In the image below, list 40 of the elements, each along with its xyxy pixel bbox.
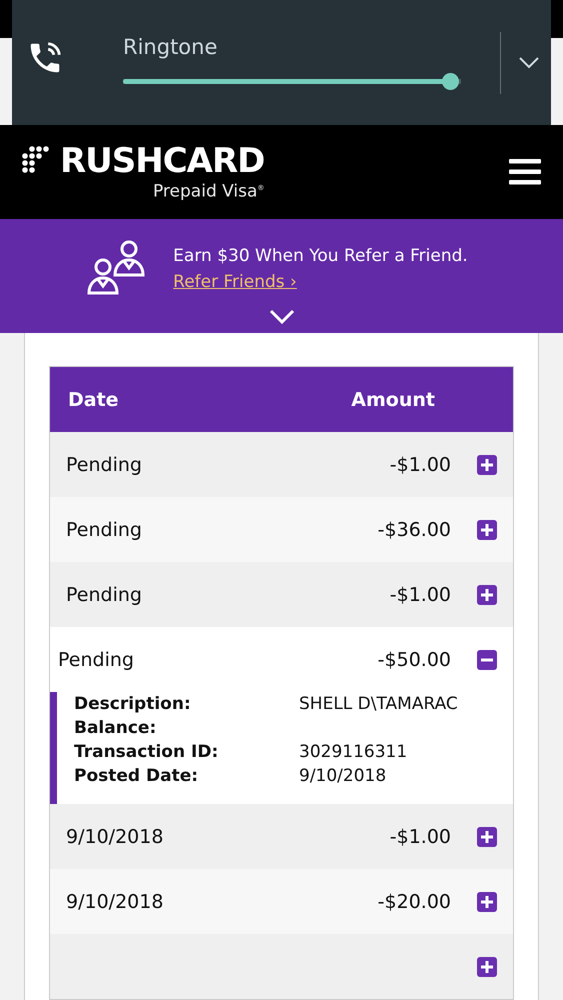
- transaction-row[interactable]: 9/10/2018 -$20.00: [50, 869, 513, 934]
- detail-value: 9/10/2018: [299, 766, 386, 786]
- date-cell-text: Pending: [66, 584, 143, 606]
- transaction-row[interactable]: Pending -$1.00: [50, 432, 513, 497]
- amount-cell: -$1.00: [390, 584, 451, 606]
- collapse-icon[interactable]: [477, 650, 497, 670]
- transaction-row[interactable]: Pending -$1.00: [50, 562, 513, 627]
- transaction-row[interactable]: 9/10/2018 -$1.00: [50, 804, 513, 869]
- brand-tagline: Prepaid Visa$^{®}$: [152, 180, 264, 201]
- detail-value: 3029116311: [299, 742, 408, 762]
- ringtone-label: Ringtone: [123, 35, 218, 59]
- date-cell-text: Pending: [58, 648, 135, 670]
- expand-icon[interactable]: [477, 826, 497, 846]
- amount-cell: -$1.00: [390, 826, 451, 848]
- date-cell-text: 9/10/2018: [66, 826, 164, 848]
- chevron-down-icon[interactable]: [519, 56, 539, 68]
- amount-cell: -$1.00: [390, 454, 451, 476]
- brand-name: RUSHCARD: [60, 143, 264, 180]
- detail-label: Description:: [74, 694, 192, 714]
- detail-value: SHELL D\TAMARAC: [299, 694, 458, 714]
- detail-label: Posted Date:: [74, 766, 200, 786]
- amount-cell: -$20.00: [378, 890, 451, 912]
- date-cell-text: 9/10/2018: [66, 890, 164, 912]
- amount-cell: -$50.00: [378, 648, 451, 670]
- detail-label: Balance:: [74, 718, 158, 738]
- detail-label: Transaction ID:: [74, 742, 220, 762]
- refer-friends-link[interactable]: Refer Friends ›: [173, 272, 468, 292]
- referral-text: Earn $30 When You Refer a Friend.: [173, 246, 468, 266]
- date-cell-text: Pending: [66, 518, 143, 540]
- expand-icon[interactable]: [477, 892, 497, 912]
- date-cell-text: Pending: [66, 454, 143, 476]
- column-header: Date: [68, 388, 120, 410]
- expand-icon[interactable]: [477, 454, 497, 474]
- expand-icon[interactable]: [477, 956, 497, 976]
- transaction-row[interactable]: Pending -$36.00: [50, 497, 513, 562]
- amount-cell: -$36.00: [378, 518, 451, 540]
- menu-icon[interactable]: [509, 159, 541, 186]
- expand-icon[interactable]: [477, 584, 497, 604]
- expand-icon[interactable]: [477, 520, 497, 540]
- column-header: Amount: [351, 388, 435, 410]
